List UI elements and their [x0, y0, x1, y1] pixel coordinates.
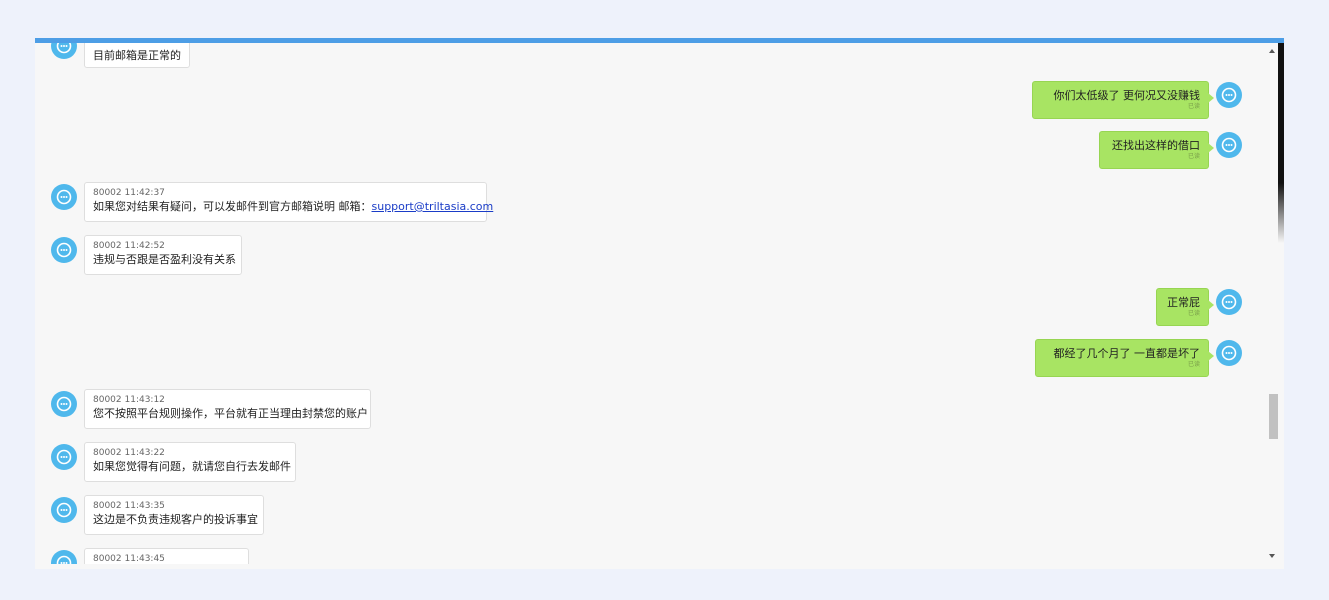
scroll-down-arrow-icon[interactable]: [1269, 554, 1275, 558]
message-text: 目前邮箱是正常的: [93, 49, 181, 62]
message-text-body: 如果您对结果有疑问，可以发邮件到官方邮箱说明 邮箱：: [93, 200, 372, 213]
message-sender-time: 80002 11:43:35: [93, 501, 165, 511]
agent-avatar-icon: [51, 43, 77, 59]
read-status: 已读: [1187, 310, 1200, 317]
agent-avatar-icon: [51, 391, 77, 417]
user-message: 你们太低级了 更何况又没赚钱 已读: [1032, 81, 1214, 119]
message-text: 如果您觉得有问题，就请您自行去发邮件: [93, 460, 291, 473]
support-email-link[interactable]: support@triltasia.com: [372, 200, 494, 213]
agent-avatar-icon: [51, 237, 77, 263]
chat-message-list[interactable]: 目前邮箱是正常的 你们太低级了 更何况又没赚钱 已读 还找出这样的借口 已读 8…: [35, 43, 1265, 564]
agent-avatar-icon: [51, 550, 77, 564]
agent-message: 80002 11:43:45: [84, 548, 249, 564]
message-sender-time: 80002 11:43:45: [93, 554, 165, 564]
read-status: 已读: [1187, 361, 1200, 368]
message-text: 您不按照平台规则操作，平台就有正当理由封禁您的账户: [93, 407, 368, 420]
agent-avatar-icon: [51, 444, 77, 470]
message-text: 你们太低级了 更何况又没赚钱: [1053, 89, 1201, 102]
message-text: 还找出这样的借口: [1112, 139, 1200, 152]
user-avatar-icon: [1216, 132, 1242, 158]
message-text: 这边是不负责违规客户的投诉事宜: [93, 513, 258, 526]
user-message: 正常屁 已读: [1156, 288, 1214, 326]
read-status: 已读: [1187, 153, 1200, 160]
message-text: 如果您对结果有疑问，可以发邮件到官方邮箱说明 邮箱：support@trilta…: [93, 199, 493, 214]
user-avatar-icon: [1216, 82, 1242, 108]
agent-message: 80002 11:43:22 如果您觉得有问题，就请您自行去发邮件: [84, 442, 296, 482]
user-message: 还找出这样的借口 已读: [1099, 131, 1214, 169]
agent-avatar-icon: [51, 497, 77, 523]
window-edge-shadow: [1278, 43, 1284, 243]
message-sender-time: 80002 11:43:12: [93, 395, 165, 405]
agent-message: 80002 11:43:12 您不按照平台规则操作，平台就有正当理由封禁您的账户: [84, 389, 371, 429]
message-text: 违规与否跟是否盈利没有关系: [93, 253, 236, 266]
user-avatar-icon: [1216, 340, 1242, 366]
agent-message: 目前邮箱是正常的: [84, 43, 190, 68]
message-sender-time: 80002 11:42:37: [93, 188, 165, 198]
agent-message: 80002 11:42:37 如果您对结果有疑问，可以发邮件到官方邮箱说明 邮箱…: [84, 182, 493, 222]
message-text: 正常屁: [1167, 296, 1200, 309]
scrollbar-thumb[interactable]: [1269, 394, 1278, 439]
scroll-up-arrow-icon[interactable]: [1269, 49, 1275, 53]
user-avatar-icon: [1216, 289, 1242, 315]
message-text: 都经了几个月了 一直都是坏了: [1053, 347, 1201, 360]
message-sender-time: 80002 11:42:52: [93, 241, 165, 251]
read-status: 已读: [1187, 103, 1200, 110]
agent-message: 80002 11:43:35 这边是不负责违规客户的投诉事宜: [84, 495, 264, 535]
chat-window: 目前邮箱是正常的 你们太低级了 更何况又没赚钱 已读 还找出这样的借口 已读 8…: [35, 38, 1284, 569]
message-sender-time: 80002 11:43:22: [93, 448, 165, 458]
user-message: 都经了几个月了 一直都是坏了 已读: [1035, 339, 1214, 377]
agent-message: 80002 11:42:52 违规与否跟是否盈利没有关系: [84, 235, 242, 275]
agent-avatar-icon: [51, 184, 77, 210]
